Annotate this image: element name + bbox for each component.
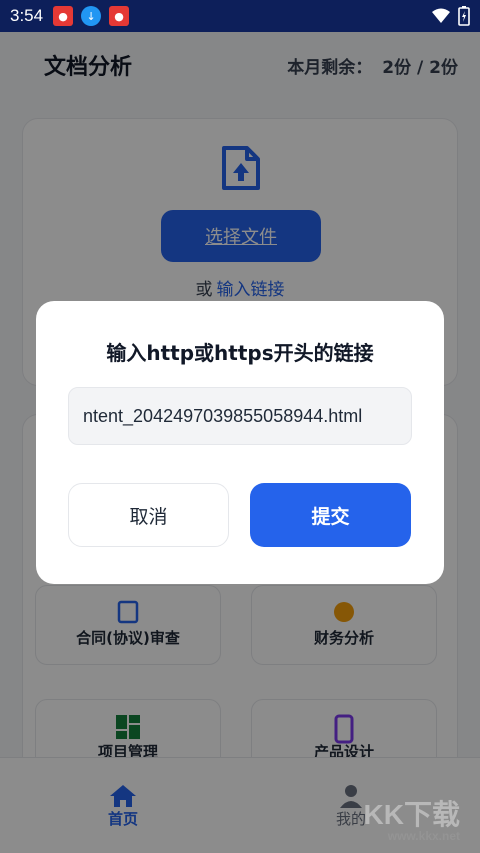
url-input[interactable] [69, 388, 411, 444]
app-notification-icon: ● [109, 6, 130, 26]
dialog-title: 输入http或https开头的链接 [106, 341, 374, 365]
wifi-icon [432, 8, 450, 23]
link-input-dialog: 输入http或https开头的链接 取消 提交 [36, 301, 444, 584]
battery-icon [458, 6, 470, 26]
url-input-wrapper [68, 387, 412, 445]
clock: 3:54 [10, 6, 44, 25]
notification-icons: ● ↓ ● [53, 6, 130, 26]
watermark-url: www.kkx.net [387, 829, 460, 843]
watermark-text: KK下载 [363, 799, 460, 830]
status-bar: 3:54 ● ↓ ● [0, 0, 480, 32]
app-notification-icon: ● [53, 6, 74, 26]
watermark: KK下载 www.kkx.net [363, 793, 460, 843]
cancel-button[interactable]: 取消 [68, 483, 229, 547]
submit-button[interactable]: 提交 [250, 483, 411, 547]
download-icon: ↓ [81, 6, 102, 26]
